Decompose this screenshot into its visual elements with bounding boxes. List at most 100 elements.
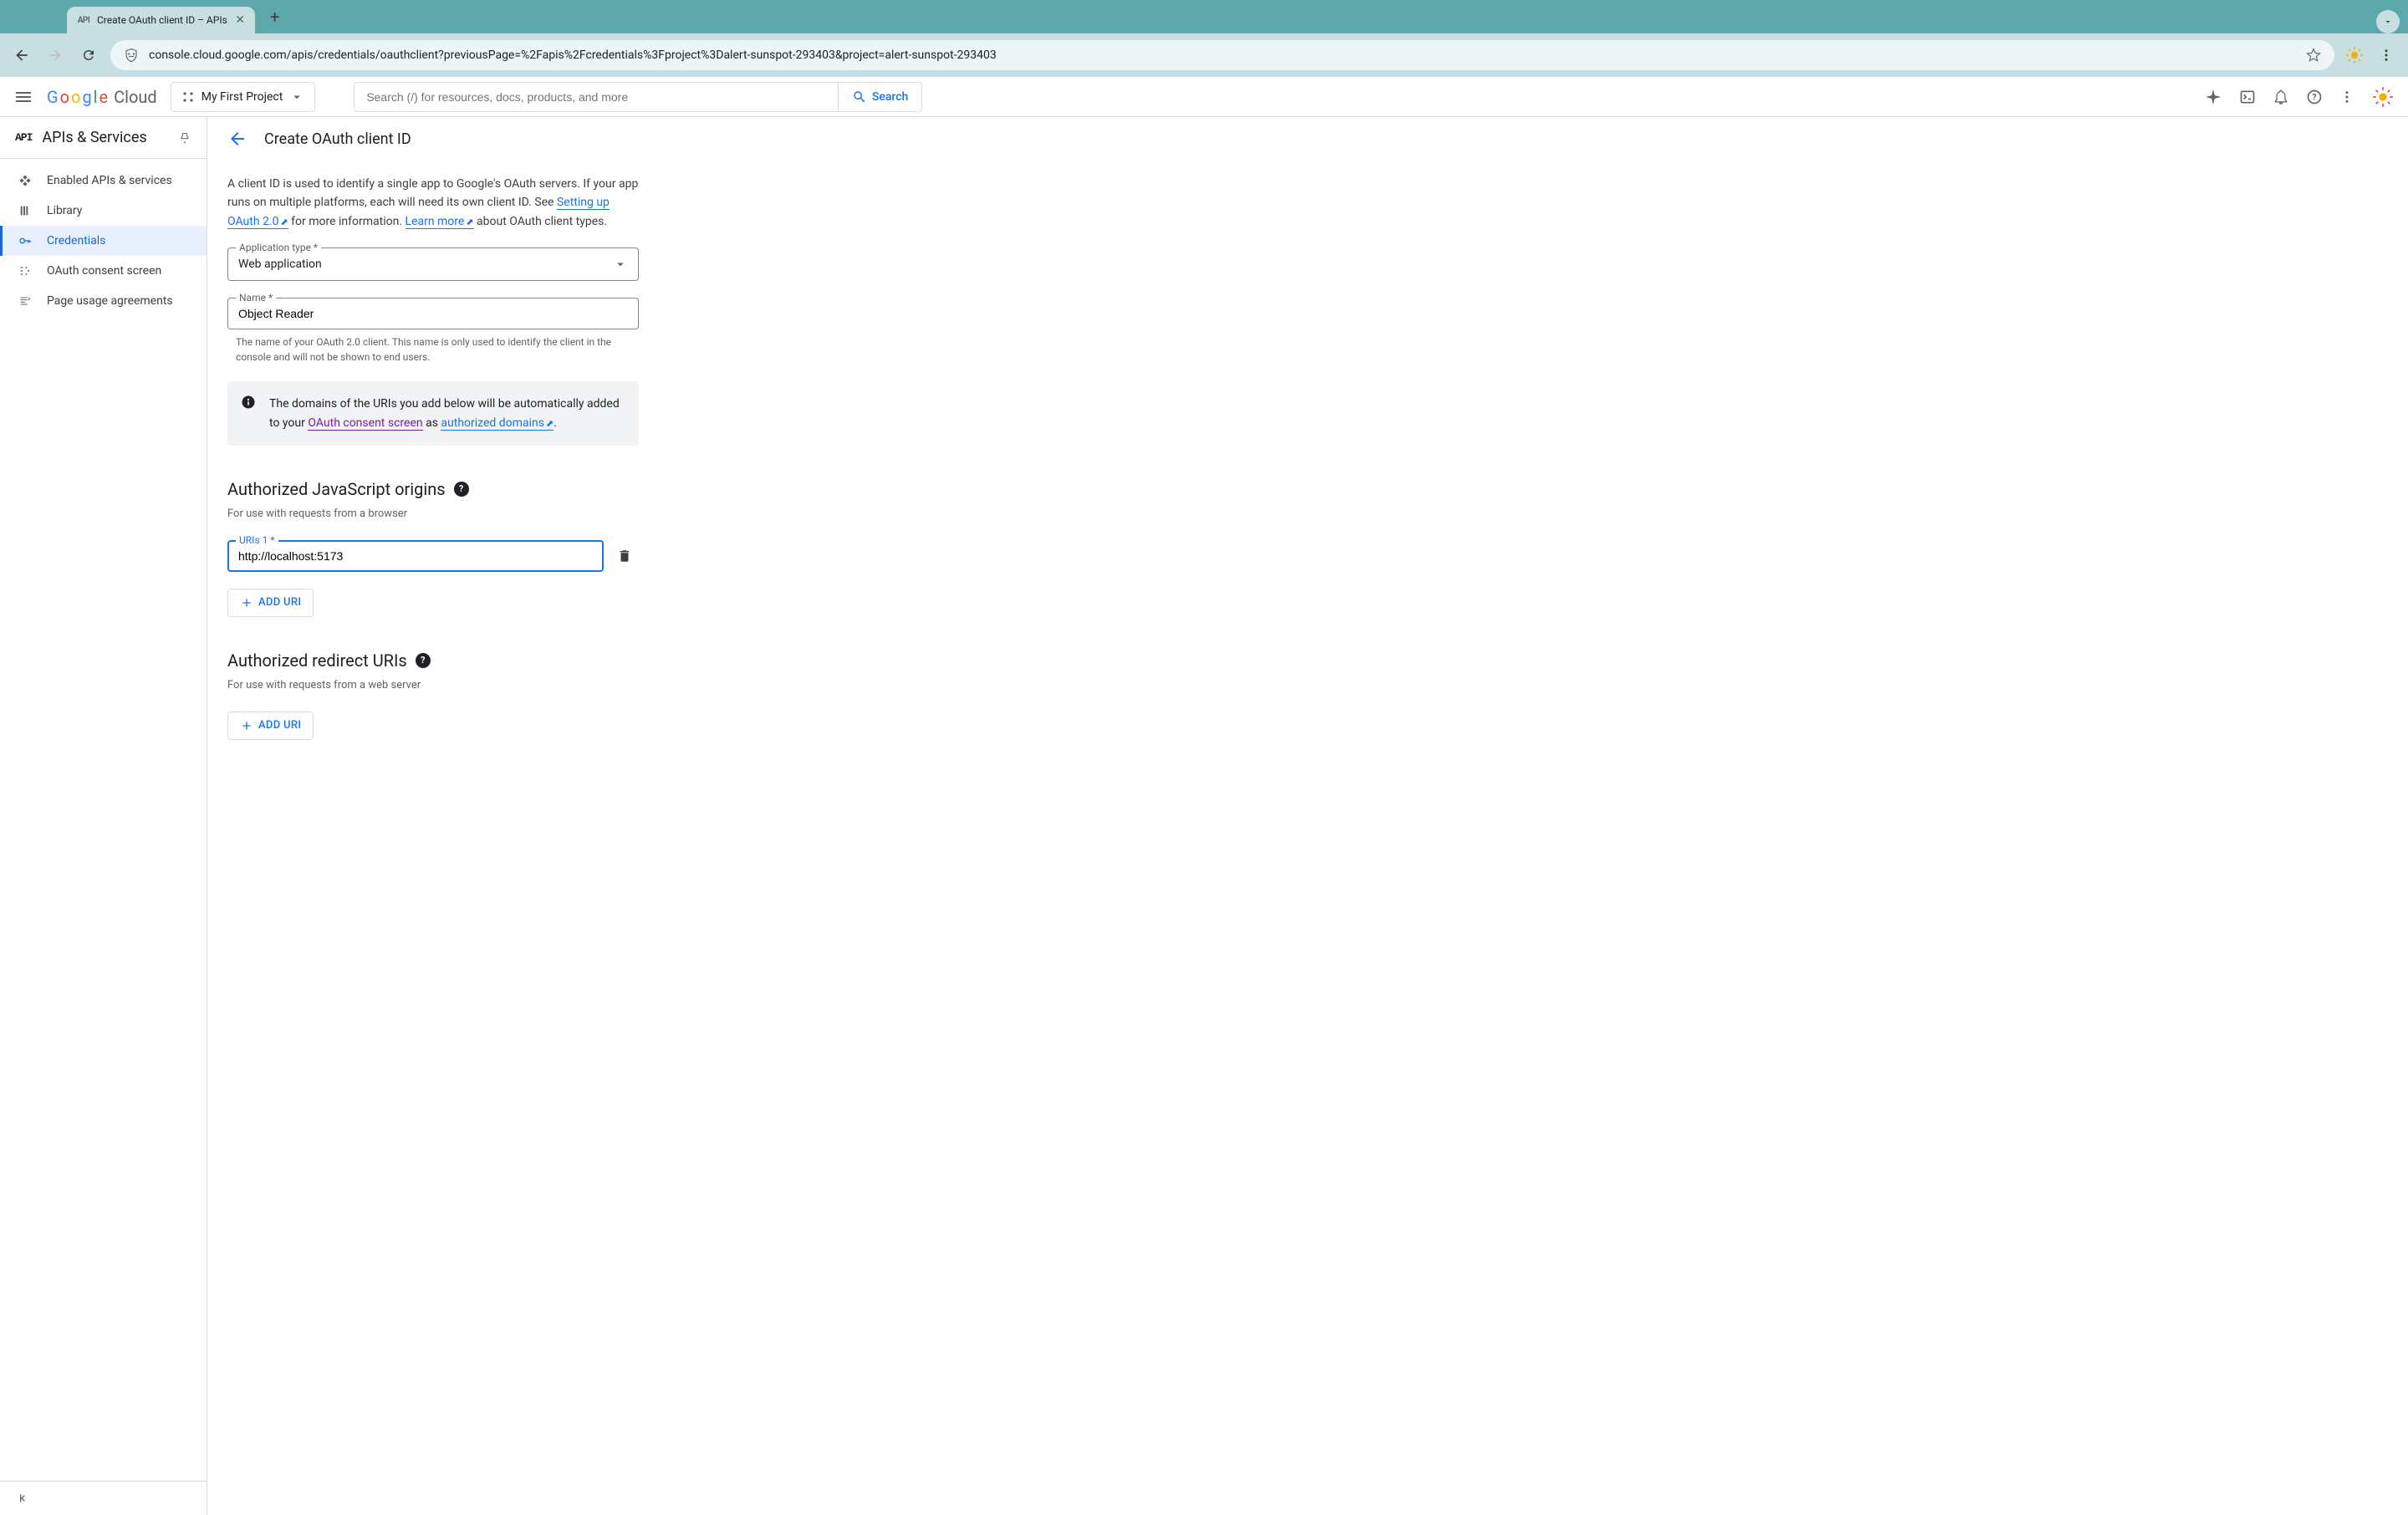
grid-icon — [17, 174, 33, 187]
collapse-icon — [17, 1492, 30, 1505]
sidebar-item-library[interactable]: Library — [0, 196, 207, 226]
account-sun-icon[interactable] — [2371, 85, 2395, 109]
external-link-icon: ⬈ — [466, 217, 473, 227]
browser-chrome: API Create OAuth client ID – APIs ✕ + co… — [0, 0, 2408, 77]
page-title: Create OAuth client ID — [264, 130, 411, 148]
notifications-icon[interactable] — [2273, 89, 2289, 105]
sidebar-item-label: Credentials — [47, 234, 105, 247]
search-container: Search — [354, 82, 922, 112]
plus-icon — [240, 719, 253, 732]
app-type-value: Web application — [238, 258, 322, 271]
project-selector[interactable]: My First Project — [171, 82, 316, 112]
key-icon — [17, 234, 33, 247]
sidebar: API APIs & Services Enabled APIs & servi… — [0, 117, 207, 1515]
content-header: Create OAuth client ID — [207, 117, 2408, 161]
uri-field: URIs 1 * — [227, 540, 604, 572]
forward-button[interactable] — [43, 43, 67, 67]
cloud-header: Google Cloud My First Project Search ? — [0, 77, 2408, 117]
back-button[interactable] — [10, 43, 33, 67]
app-type-field: Application type * Web application — [227, 247, 639, 281]
sidebar-item-label: OAuth consent screen — [47, 264, 161, 278]
uri-label: URIs 1 * — [236, 534, 278, 546]
gemini-icon[interactable] — [2204, 88, 2222, 106]
search-button-label: Search — [872, 90, 908, 104]
learn-more-link[interactable]: Learn more⬈ — [406, 215, 474, 229]
sidebar-collapse-button[interactable] — [0, 1481, 207, 1515]
cloud-shell-icon[interactable] — [2239, 89, 2256, 105]
url-bar[interactable]: console.cloud.google.com/apis/credential… — [110, 40, 2334, 70]
tab-strip: API Create OAuth client ID – APIs ✕ + — [0, 0, 2408, 33]
chevron-down-icon — [2383, 17, 2393, 27]
project-icon — [181, 90, 195, 104]
uri-row: URIs 1 * — [227, 540, 639, 572]
help-icon[interactable]: ? — [2306, 89, 2323, 105]
external-link-icon: ⬈ — [280, 217, 288, 227]
url-text: console.cloud.google.com/apis/credential… — [149, 48, 2296, 62]
extension-sun-icon[interactable] — [2344, 45, 2365, 65]
page-container: API APIs & Services Enabled APIs & servi… — [0, 117, 2408, 1515]
search-button[interactable]: Search — [838, 83, 921, 111]
sidebar-item-enabled-apis[interactable]: Enabled APIs & services — [0, 166, 207, 196]
dropdown-icon — [613, 257, 628, 272]
search-input[interactable] — [355, 83, 838, 111]
redirect-uris-title: Authorized redirect URIs — [227, 650, 407, 671]
google-cloud-logo[interactable]: Google Cloud — [47, 87, 157, 107]
help-tooltip-icon[interactable]: ? — [454, 482, 469, 497]
add-uri-label: ADD URI — [258, 719, 301, 732]
name-field: Name * The name of your OAuth 2.0 client… — [227, 298, 639, 365]
sidebar-item-agreements[interactable]: Page usage agreements — [0, 286, 207, 316]
new-tab-button[interactable]: + — [263, 0, 286, 33]
back-arrow-button[interactable] — [227, 129, 247, 149]
name-label: Name * — [236, 292, 276, 304]
main-content: Create OAuth client ID A client ID is us… — [207, 117, 2408, 1515]
close-icon[interactable]: ✕ — [235, 13, 245, 27]
sidebar-item-credentials[interactable]: Credentials — [0, 226, 207, 256]
sidebar-item-label: Enabled APIs & services — [47, 174, 172, 187]
search-icon — [852, 89, 867, 105]
consent-screen-link[interactable]: OAuth consent screen — [308, 416, 422, 431]
url-bar-row: console.cloud.google.com/apis/credential… — [0, 33, 2408, 77]
sidebar-item-consent-screen[interactable]: OAuth consent screen — [0, 256, 207, 286]
agreements-icon — [17, 294, 33, 308]
js-origins-title: Authorized JavaScript origins — [227, 479, 446, 499]
dropdown-icon — [289, 89, 304, 105]
redirect-uris-header: Authorized redirect URIs ? — [227, 650, 639, 671]
add-uri-label: ADD URI — [258, 596, 301, 609]
library-icon — [17, 204, 33, 217]
info-box: The domains of the URIs you add below wi… — [227, 381, 639, 446]
reload-button[interactable] — [77, 43, 100, 67]
site-info-icon[interactable] — [124, 48, 139, 63]
info-icon — [241, 395, 256, 410]
browser-tab[interactable]: API Create OAuth client ID – APIs ✕ — [67, 7, 255, 33]
api-badge: API — [15, 131, 32, 144]
delete-uri-button[interactable] — [617, 548, 632, 564]
sidebar-item-label: Library — [47, 204, 82, 217]
external-link-icon: ⬈ — [546, 418, 554, 429]
svg-text:?: ? — [2313, 93, 2317, 102]
project-name: My First Project — [202, 90, 283, 104]
intro-text: A client ID is used to identify a single… — [227, 175, 639, 231]
browser-menu-icon[interactable] — [2375, 43, 2398, 67]
help-tooltip-icon[interactable]: ? — [416, 653, 431, 668]
form-area: A client ID is used to identify a single… — [207, 161, 659, 753]
add-js-uri-button[interactable]: ADD URI — [227, 589, 314, 617]
more-icon[interactable] — [2339, 89, 2354, 105]
sidebar-header: API APIs & Services — [0, 117, 207, 159]
uri-input[interactable] — [227, 540, 604, 572]
tab-title: Create OAuth client ID – APIs — [97, 14, 228, 26]
name-input[interactable] — [227, 298, 639, 329]
pin-icon[interactable] — [178, 131, 191, 145]
js-origins-header: Authorized JavaScript origins ? — [227, 479, 639, 499]
authorized-domains-link[interactable]: authorized domains⬈ — [441, 416, 554, 431]
consent-icon — [17, 264, 33, 278]
info-text: The domains of the URIs you add below wi… — [269, 395, 625, 432]
sidebar-item-label: Page usage agreements — [47, 294, 173, 308]
bookmark-icon[interactable] — [2306, 48, 2321, 63]
tab-favicon: API — [77, 13, 90, 27]
hamburger-menu-icon[interactable] — [13, 87, 33, 107]
js-origins-hint: For use with requests from a browser — [227, 508, 639, 520]
add-redirect-uri-button[interactable]: ADD URI — [227, 712, 314, 740]
app-type-label: Application type * — [236, 242, 321, 253]
tab-overflow-button[interactable] — [2376, 10, 2400, 33]
plus-icon — [240, 596, 253, 610]
